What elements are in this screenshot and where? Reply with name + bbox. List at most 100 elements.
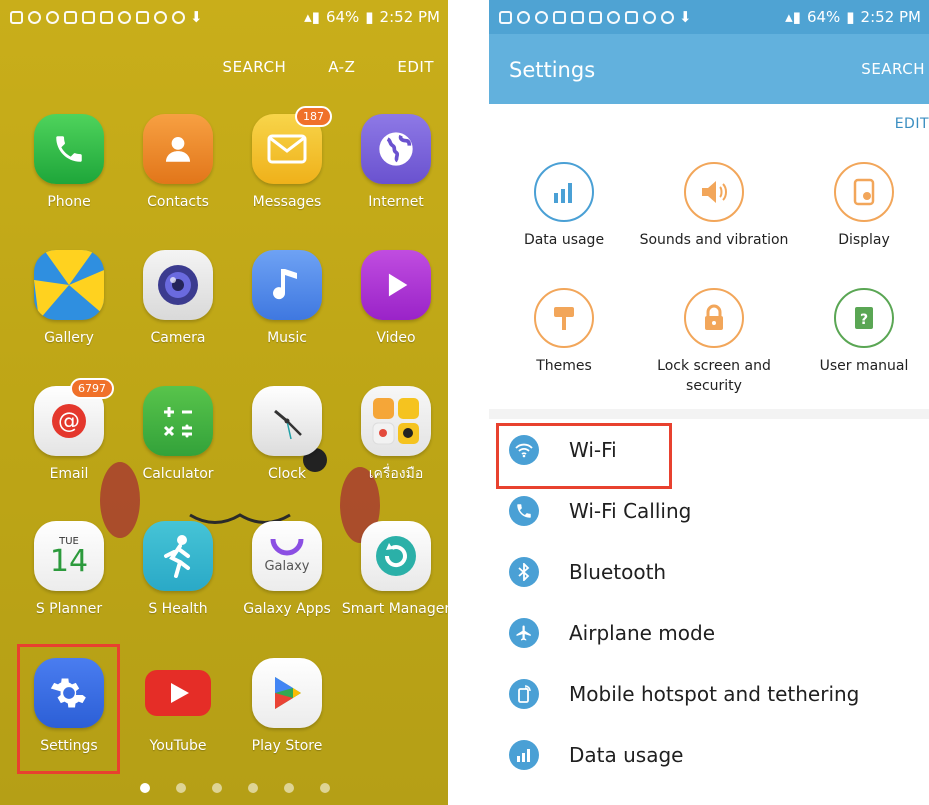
settings-header: ⬇ ▴▮ 64% ▮ 2:52 PM Settings SEARCH — [489, 0, 929, 104]
galaxy-apps-bag-icon: Galaxy — [252, 521, 322, 591]
app-label: Phone — [47, 194, 91, 210]
galaxy-apps-inner-label: Galaxy — [264, 558, 310, 574]
folder-icon — [361, 386, 431, 456]
app-label: S Health — [148, 601, 208, 617]
app-label: Gallery — [44, 330, 94, 346]
mail-icon — [100, 10, 113, 24]
app-messages[interactable]: 187 Messages — [232, 106, 342, 212]
wifi-signal-icon: ▴▮ — [785, 8, 801, 26]
instagram-icon — [625, 10, 638, 24]
unread-badge: 187 — [295, 106, 332, 127]
video-play-icon — [361, 250, 431, 320]
page-dot[interactable] — [212, 783, 222, 793]
settings-item-mobile-hotspot[interactable]: Mobile hotspot and tethering — [489, 663, 929, 724]
page-indicator — [140, 783, 330, 793]
speaker-icon — [684, 162, 744, 222]
app-label: Camera — [150, 330, 206, 346]
app-contacts[interactable]: Contacts — [123, 114, 233, 212]
quick-themes[interactable]: Themes — [489, 288, 639, 376]
app-music[interactable]: Music — [232, 250, 342, 348]
settings-item-label: Mobile hotspot and tethering — [569, 681, 860, 706]
quick-user-manual[interactable]: ? User manual — [789, 288, 929, 376]
app-calculator[interactable]: Calculator — [123, 386, 233, 484]
page-dot[interactable] — [140, 783, 150, 793]
svg-text:?: ? — [860, 312, 868, 328]
search-button[interactable]: SEARCH — [861, 60, 925, 78]
app-s-planner[interactable]: TUE 14 S Planner — [14, 521, 124, 619]
settings-item-data-usage[interactable]: Data usage — [489, 724, 929, 785]
app-phone[interactable]: Phone — [14, 114, 124, 212]
page-dot[interactable] — [176, 783, 186, 793]
quick-sounds-vibration[interactable]: Sounds and vibration — [639, 162, 789, 250]
sync-icon — [118, 10, 131, 24]
edit-button[interactable]: EDIT — [895, 116, 929, 132]
battery-level: 64% — [325, 8, 360, 26]
paint-roller-icon — [534, 288, 594, 348]
quick-data-usage[interactable]: Data usage — [489, 162, 639, 250]
app-galaxy-apps[interactable]: Galaxy Galaxy Apps — [232, 521, 342, 619]
page-dot[interactable] — [284, 783, 294, 793]
instagram-icon — [82, 10, 95, 24]
page-title: Settings — [509, 58, 596, 82]
contacts-icon — [143, 114, 213, 184]
play-store-bag-icon — [252, 658, 322, 728]
quick-settings-grid: EDIT Data usage Sounds and vibration Dis… — [489, 104, 929, 409]
instagram-icon — [571, 10, 584, 24]
unread-badge: 6797 — [70, 378, 114, 399]
camera-lens-icon — [143, 250, 213, 320]
settings-highlight-box — [17, 644, 120, 774]
app-smart-manager[interactable]: Smart Manager — [341, 521, 448, 619]
smart-manager-icon — [361, 521, 431, 591]
wifi-calling-icon — [509, 495, 539, 526]
instagram-icon — [136, 10, 149, 24]
messenger-icon — [172, 10, 185, 24]
quick-label: Display — [838, 232, 890, 248]
quick-lock-screen-security[interactable]: Lock screen and security — [639, 288, 789, 396]
chat-icon — [499, 10, 512, 24]
app-camera[interactable]: Camera — [123, 250, 233, 348]
search-button[interactable]: SEARCH — [223, 58, 287, 76]
quick-display[interactable]: Display — [789, 162, 929, 250]
app-video[interactable]: Video — [341, 250, 448, 348]
airplane-icon — [509, 617, 539, 648]
settings-screen: ⬇ ▴▮ 64% ▮ 2:52 PM Settings SEARCH EDIT … — [489, 0, 929, 805]
edit-button[interactable]: EDIT — [397, 58, 434, 76]
app-play-store[interactable]: Play Store — [232, 658, 342, 756]
help-book-icon: ? — [834, 288, 894, 348]
sort-az-button[interactable]: A-Z — [328, 58, 355, 76]
app-clock[interactable]: Clock — [232, 386, 342, 484]
data-usage-icon — [509, 739, 539, 770]
battery-icon: ▮ — [365, 8, 374, 26]
wifi-signal-icon: ▴▮ — [304, 8, 320, 26]
messages-icon: 187 — [252, 106, 332, 184]
app-youtube[interactable]: YouTube — [123, 658, 233, 756]
settings-item-airplane-mode[interactable]: Airplane mode — [489, 602, 929, 663]
notification-icons: ⬇ — [10, 8, 203, 26]
settings-item-label: Data usage — [569, 742, 684, 767]
app-folder-tools[interactable]: เครื่องมือ — [341, 386, 448, 484]
gallery-icon — [64, 10, 77, 24]
app-internet[interactable]: Internet — [341, 114, 448, 212]
drawer-toolbar: SEARCH A-Z EDIT — [223, 58, 434, 76]
internet-globe-icon — [361, 114, 431, 184]
app-email[interactable]: @ 6797 Email — [14, 378, 124, 484]
notification-icons: ⬇ — [499, 8, 692, 26]
app-s-health[interactable]: S Health — [123, 521, 233, 619]
calendar-icon: TUE 14 — [34, 521, 104, 591]
app-drawer-screen: ⬇ ▴▮ 64% ▮ 2:52 PM SEARCH A-Z EDIT Phone… — [0, 0, 448, 805]
settings-item-bluetooth[interactable]: Bluetooth — [489, 541, 929, 602]
bluetooth-icon — [509, 556, 539, 587]
app-gallery[interactable]: Gallery — [14, 250, 124, 348]
svg-text:@: @ — [58, 409, 80, 434]
page-dot[interactable] — [248, 783, 258, 793]
app-icon — [643, 10, 656, 24]
app-label: Messages — [252, 194, 322, 210]
line-icon — [28, 10, 41, 24]
app-label: Music — [267, 330, 307, 346]
quick-label: Sounds and vibration — [639, 232, 789, 248]
runner-icon — [143, 521, 213, 591]
app-label: Video — [376, 330, 416, 346]
page-dot[interactable] — [320, 783, 330, 793]
music-note-icon — [252, 250, 322, 320]
settings-item-wifi-calling[interactable]: Wi-Fi Calling — [489, 480, 929, 541]
